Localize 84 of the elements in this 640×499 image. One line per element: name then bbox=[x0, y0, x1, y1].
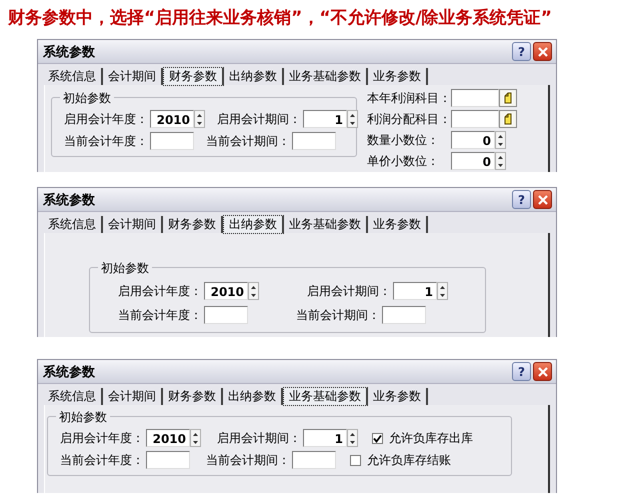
up-arrow-icon bbox=[350, 114, 355, 116]
input-field[interactable] bbox=[292, 451, 336, 469]
checkbox[interactable] bbox=[372, 432, 383, 444]
input-field[interactable]: 1 bbox=[303, 110, 347, 128]
checkbox-label: 允许负库存结账 bbox=[367, 452, 451, 468]
window-title: 系统参数 bbox=[43, 44, 95, 60]
input-field[interactable] bbox=[204, 306, 248, 324]
spin-buttons[interactable] bbox=[347, 110, 358, 128]
checkbox[interactable] bbox=[350, 454, 361, 466]
spin-buttons[interactable] bbox=[495, 152, 506, 170]
down-arrow-icon bbox=[350, 440, 355, 444]
help-button[interactable]: ? bbox=[512, 362, 531, 381]
field-label: 启用会计年度： bbox=[117, 282, 203, 300]
input-field[interactable]: 1 bbox=[393, 282, 437, 300]
up-arrow-icon bbox=[193, 432, 198, 436]
spin-buttons[interactable] bbox=[347, 429, 358, 447]
field-label: 利润分配科目： bbox=[367, 110, 451, 128]
close-icon bbox=[538, 46, 548, 56]
window-title: 系统参数 bbox=[43, 364, 95, 380]
down-arrow-icon bbox=[498, 164, 503, 166]
close-button[interactable] bbox=[533, 362, 552, 381]
help-button[interactable]: ? bbox=[512, 42, 531, 61]
field-label: 本年利润科目： bbox=[367, 90, 451, 106]
lookup-button[interactable] bbox=[499, 89, 517, 107]
up-arrow-icon bbox=[440, 286, 445, 288]
field-label: 当前会计年度： bbox=[63, 132, 149, 150]
window-title: 系统参数 bbox=[43, 192, 95, 208]
group-title: 初始参数 bbox=[98, 260, 152, 277]
tab[interactable]: 出纳参数 bbox=[223, 214, 284, 234]
field-label: 当前会计年度： bbox=[117, 306, 203, 324]
tab[interactable]: 财务参数 bbox=[163, 66, 224, 86]
input-field[interactable]: 2010 bbox=[150, 110, 194, 128]
group-title: 初始参数 bbox=[60, 90, 114, 107]
down-arrow-icon bbox=[440, 294, 445, 296]
input-field[interactable]: 1 bbox=[303, 429, 347, 447]
close-icon bbox=[538, 366, 548, 376]
document-icon bbox=[503, 92, 513, 104]
input-field[interactable] bbox=[382, 306, 426, 324]
input-field[interactable] bbox=[451, 110, 499, 128]
field-label: 启用会计年度： bbox=[63, 110, 149, 128]
up-arrow-icon bbox=[197, 114, 202, 116]
spin-buttons[interactable] bbox=[437, 282, 448, 300]
input-field[interactable] bbox=[146, 451, 190, 469]
down-arrow-icon bbox=[350, 122, 355, 124]
field-label: 当前会计期间： bbox=[205, 452, 291, 468]
field-label: 启用会计期间： bbox=[216, 430, 302, 446]
document-icon bbox=[503, 113, 513, 125]
lookup-button[interactable] bbox=[499, 110, 517, 128]
input-field[interactable]: 0 bbox=[451, 152, 495, 170]
input-field[interactable]: 0 bbox=[451, 131, 495, 149]
down-arrow-icon bbox=[193, 440, 198, 444]
spin-buttons[interactable] bbox=[248, 282, 259, 300]
down-arrow-icon bbox=[251, 294, 256, 296]
checkbox-label: 允许负库存出库 bbox=[389, 430, 473, 446]
spin-buttons[interactable] bbox=[495, 131, 506, 149]
up-arrow-icon bbox=[251, 286, 256, 288]
tab[interactable]: 业务基础参数 bbox=[283, 386, 368, 406]
up-arrow-icon bbox=[498, 134, 503, 138]
spin-buttons[interactable] bbox=[194, 110, 205, 128]
input-field[interactable] bbox=[451, 89, 499, 107]
field-label: 当前会计期间： bbox=[205, 132, 291, 150]
field-label: 数量小数位： bbox=[367, 132, 440, 148]
up-arrow-icon bbox=[350, 432, 355, 436]
spin-buttons[interactable] bbox=[190, 429, 201, 447]
input-field[interactable] bbox=[292, 132, 336, 150]
checkmark-icon bbox=[373, 434, 382, 442]
group-title: 初始参数 bbox=[56, 409, 110, 426]
close-button[interactable] bbox=[533, 42, 552, 61]
field-label: 启用会计期间： bbox=[306, 282, 392, 300]
field-label: 启用会计年度： bbox=[59, 430, 145, 446]
field-label: 启用会计期间： bbox=[216, 110, 302, 128]
up-arrow-icon bbox=[498, 156, 503, 158]
field-label: 当前会计期间： bbox=[295, 306, 381, 324]
input-field[interactable]: 2010 bbox=[146, 429, 190, 447]
page-heading: 财务参数中，选择“启用往来业务核销”，“不允许修改/除业务系统凭证” bbox=[6, 7, 553, 30]
down-arrow-icon bbox=[498, 142, 503, 146]
field-label: 单价小数位： bbox=[367, 152, 440, 170]
help-button[interactable]: ? bbox=[512, 190, 531, 209]
close-icon bbox=[538, 194, 548, 204]
close-button[interactable] bbox=[533, 190, 552, 209]
down-arrow-icon bbox=[197, 122, 202, 124]
field-label: 当前会计年度： bbox=[59, 452, 145, 468]
input-field[interactable] bbox=[150, 132, 194, 150]
input-field[interactable]: 2010 bbox=[204, 282, 248, 300]
